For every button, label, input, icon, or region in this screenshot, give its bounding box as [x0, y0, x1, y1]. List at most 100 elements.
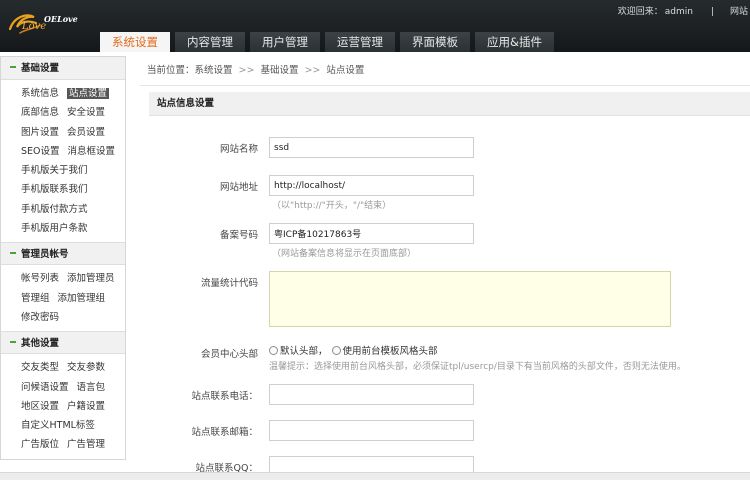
breadcrumb-item[interactable]: 站点设置 — [326, 65, 364, 76]
site-url-input[interactable] — [269, 175, 474, 196]
sidebar-group-title[interactable]: 其他设置 — [1, 331, 125, 355]
sidebar-row: 手机版用户条款 — [21, 219, 125, 238]
icp-label: 备案号码 — [219, 230, 258, 241]
sidebar-link[interactable]: 管理组 — [21, 293, 50, 304]
breadcrumb-item[interactable]: 基础设置 — [260, 65, 298, 76]
sidebar-row: 交友类型 交友参数 — [21, 358, 125, 377]
site-url-label: 网站地址 — [219, 182, 258, 193]
svg-text:Love: Love — [21, 21, 46, 32]
admin-username: admin — [664, 7, 693, 17]
sidebar-link[interactable]: 手机版联系我们 — [21, 184, 88, 195]
site-home-link[interactable]: 网站 — [730, 7, 748, 17]
breadcrumb-item[interactable]: 系统设置 — [195, 65, 233, 76]
sidebar-row: 手机版关于我们 — [21, 161, 125, 180]
breadcrumb-separator: >> — [238, 65, 255, 76]
breadcrumb-prefix: 当前位置： — [147, 65, 195, 76]
collapse-minus-icon[interactable] — [10, 65, 16, 68]
sidebar-link[interactable]: 手机版用户条款 — [21, 223, 88, 234]
sidebar-link[interactable]: 会员设置 — [67, 127, 105, 138]
sidebar-group-list: 系统信息 站点设置 底部信息 安全设置 图片设置 会员设置 SEO设置 消息框设置 手机版关于我… — [1, 80, 125, 242]
stats-code-textarea[interactable] — [269, 271, 671, 327]
email-label: 站点联系邮箱： — [191, 427, 258, 438]
nav-tab[interactable]: 应用&插件 — [475, 32, 554, 52]
sidebar-group-label: 基础设置 — [21, 63, 60, 74]
sidebar-link[interactable]: 自定义HTML标签 — [21, 420, 95, 431]
collapse-minus-icon[interactable] — [10, 340, 16, 343]
sidebar-link[interactable]: 广告管理 — [67, 439, 105, 450]
nav-tab[interactable]: 界面模板 — [400, 32, 470, 52]
sidebar-group-list: 帐号列表 添加管理员 管理组 添加管理组 修改密码 — [1, 265, 125, 331]
member-header-label: 会员中心头部 — [200, 349, 258, 360]
sidebar-group-title[interactable]: 管理员帐号 — [1, 242, 125, 266]
member-header-radio-option[interactable]: 使用前台模板风格头部 — [331, 346, 438, 357]
nav-tab[interactable]: 运营管理 — [325, 32, 395, 52]
logo[interactable]: Love OELove — [6, 7, 96, 39]
logo-text: OELove — [44, 14, 78, 24]
sidebar-row: 手机版付款方式 — [21, 200, 125, 219]
member-header-options: 默认头部， 使用前台模板风格头部 — [269, 343, 442, 357]
sidebar-link[interactable]: 问候语设置 — [21, 382, 69, 393]
sidebar-row: 图片设置 会员设置 — [21, 123, 125, 142]
icp-input[interactable] — [269, 223, 474, 244]
sidebar-link[interactable]: 系统信息 — [21, 88, 59, 99]
sidebar: 基础设置 系统信息 站点设置 底部信息 安全设置 图片设置 会员设置 SEO设置 消息框设置 手机… — [0, 56, 126, 460]
horizontal-scrollbar[interactable] — [0, 472, 750, 480]
sidebar-link[interactable]: 交友类型 — [21, 362, 59, 373]
email-input[interactable] — [269, 420, 474, 441]
sidebar-row: 地区设置 户籍设置 — [21, 397, 125, 416]
top-header: Love OELove 欢迎回来： admin | 网站 系统设置 内容管理 用户管理 运营… — [0, 0, 750, 52]
sidebar-group-label: 其他设置 — [21, 338, 60, 350]
welcome-label: 欢迎回来： — [617, 7, 663, 17]
sidebar-row: 手机版联系我们 — [21, 180, 125, 199]
sidebar-link[interactable]: 消息框设置 — [68, 146, 116, 157]
sidebar-link[interactable]: 添加管理组 — [58, 293, 106, 304]
sidebar-link[interactable]: 广告版位 — [21, 439, 59, 450]
member-header-radio-option[interactable]: 默认头部， — [269, 346, 328, 357]
collapse-minus-icon[interactable] — [10, 251, 16, 254]
sidebar-row: 管理组 添加管理组 — [21, 289, 125, 308]
sidebar-link[interactable]: 帐号列表 — [21, 273, 59, 284]
sidebar-link[interactable]: 安全设置 — [67, 107, 105, 118]
phone-input[interactable] — [269, 384, 474, 405]
sidebar-link[interactable]: 语言包 — [77, 382, 106, 393]
sidebar-row: 底部信息 安全设置 — [21, 103, 125, 122]
radio-circle-icon[interactable] — [331, 346, 341, 355]
sidebar-link[interactable]: 交友参数 — [67, 362, 105, 373]
sidebar-link[interactable]: 站点设置 — [67, 88, 110, 99]
nav-tab[interactable]: 用户管理 — [250, 32, 320, 52]
radio-label: 使用前台模板风格头部 — [342, 346, 438, 357]
sidebar-link[interactable]: 手机版关于我们 — [21, 165, 88, 176]
sidebar-row: 自定义HTML标签 — [21, 416, 125, 435]
sidebar-link[interactable]: 户籍设置 — [67, 401, 105, 412]
welcome-separator: | — [710, 7, 714, 17]
sidebar-link[interactable]: 修改密码 — [21, 312, 59, 323]
radio-circle-icon[interactable] — [269, 346, 278, 355]
site-name-input[interactable] — [269, 137, 474, 158]
sidebar-link[interactable]: 底部信息 — [21, 107, 59, 118]
site-name-label: 网站名称 — [219, 144, 258, 155]
site-url-hint: （以"http://"开头，"/"结束） — [272, 201, 392, 211]
nav-tab[interactable]: 内容管理 — [175, 32, 245, 52]
sidebar-link[interactable]: 添加管理员 — [67, 273, 115, 284]
sidebar-link[interactable]: SEO设置 — [21, 146, 60, 157]
sidebar-group-label: 管理员帐号 — [21, 249, 69, 261]
sidebar-link[interactable]: 地区设置 — [21, 401, 59, 412]
section-title: 站点信息设置 — [149, 92, 750, 116]
sidebar-link[interactable]: 图片设置 — [21, 127, 59, 138]
sidebar-link[interactable]: 手机版付款方式 — [21, 204, 88, 215]
sidebar-group-list: 交友类型 交友参数 问候语设置 语言包 地区设置 户籍设置 自定义HTML标签 广告版位 广告管… — [1, 354, 125, 458]
main-nav: 系统设置 内容管理 用户管理 运营管理 界面模板 应用&插件 — [100, 32, 559, 52]
sidebar-row: 修改密码 — [21, 308, 125, 327]
sidebar-group-title[interactable]: 基础设置 — [1, 57, 125, 80]
welcome-bar: 欢迎回来： admin | 网站 — [618, 4, 750, 17]
icp-hint: （网站备案信息将显示在页面底部） — [272, 249, 417, 259]
breadcrumb: 当前位置：系统设置 >> 基础设置 >> 站点设置 — [140, 56, 750, 86]
stats-code-label: 流量统计代码 — [200, 278, 258, 289]
nav-tab[interactable]: 系统设置 — [100, 32, 170, 52]
phone-label: 站点联系电话： — [191, 391, 258, 402]
sidebar-row: SEO设置 消息框设置 — [21, 142, 125, 161]
sidebar-row: 广告版位 广告管理 — [21, 435, 125, 454]
sidebar-row: 帐号列表 添加管理员 — [21, 269, 125, 288]
sidebar-row: 系统信息 站点设置 — [21, 84, 125, 103]
member-header-tip: 温馨提示：选择使用前台风格头部，必须保证tpl/usercp/目录下有当前风格的… — [269, 362, 686, 372]
